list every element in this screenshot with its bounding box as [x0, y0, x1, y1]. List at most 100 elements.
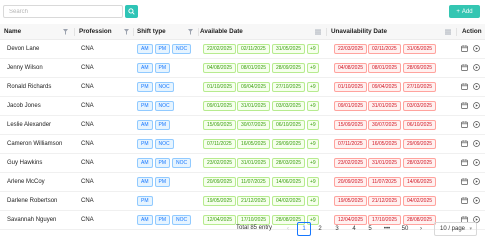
row-actions [461, 64, 480, 71]
unavailable-date-tag: 31/05/2025 [403, 44, 437, 54]
calendar-icon[interactable] [461, 64, 468, 71]
page-button-current[interactable]: 1 [297, 222, 311, 236]
play-circle-icon[interactable] [473, 45, 480, 52]
calendar-icon[interactable] [461, 121, 468, 128]
search-button[interactable] [125, 5, 138, 18]
page-button[interactable]: 50 [398, 222, 412, 236]
available-date-tag: 02/11/2025 [237, 44, 270, 54]
play-circle-icon[interactable] [473, 121, 480, 128]
table-row: Leslie Alexander CNA AM PM 15/09/2025 30/07/2… [0, 116, 485, 135]
unavailable-date-tag: 31/01/2025 [368, 101, 402, 111]
shift-tag: NOC [172, 158, 192, 168]
shift-tags: AM PM [137, 120, 170, 130]
column-divider [326, 28, 327, 36]
shift-tags: AM PM NOC [137, 44, 192, 54]
calendar-icon[interactable] [461, 45, 468, 52]
available-date-tag: 30/07/2025 [237, 120, 271, 130]
available-more-tag[interactable]: +9 [307, 120, 319, 130]
available-more-tag[interactable]: +9 [307, 82, 319, 92]
calendar-icon[interactable] [461, 159, 468, 166]
unavailable-date-tag: 28/03/2025 [403, 158, 437, 168]
staff-table: Name Profession Shift type Available Dat… [0, 24, 485, 230]
calendar-icon[interactable] [461, 140, 468, 147]
row-actions [461, 159, 480, 166]
shift-tag: NOC [154, 101, 174, 111]
unavailable-date-tag: 11/07/2025 [368, 177, 401, 187]
column-menu-icon[interactable] [445, 29, 451, 35]
available-more-tag[interactable]: +9 [307, 177, 319, 187]
shift-tag: AM [137, 158, 153, 168]
play-circle-icon[interactable] [473, 140, 480, 147]
shift-tag: PM [154, 158, 170, 168]
filter-icon[interactable] [63, 29, 68, 35]
shift-tag: PM [137, 101, 153, 111]
play-circle-icon[interactable] [473, 64, 480, 71]
calendar-icon[interactable] [461, 83, 468, 90]
shift-tag: NOC [154, 82, 174, 92]
staff-profession: CNA [81, 179, 94, 185]
available-date-tag: 31/05/2025 [272, 44, 306, 54]
shift-tags: PM [137, 196, 153, 206]
page-button[interactable]: 5 [363, 222, 377, 236]
table-row: Ronald Richards CNA PM NOC 01/10/2025 09/04/2… [0, 78, 485, 97]
play-circle-icon[interactable] [473, 102, 480, 109]
table-header: Name Profession Shift type Available Dat… [0, 24, 485, 40]
available-date-tag: 04/08/2025 [203, 63, 237, 73]
page-button[interactable]: 4 [347, 222, 361, 236]
next-page-button[interactable]: › [414, 222, 428, 236]
add-button[interactable]: + Add [449, 5, 480, 18]
unavailable-date-tag: 02/11/2025 [368, 44, 401, 54]
unavailable-date-tag: 29/09/2025 [403, 139, 437, 149]
staff-name: Jenny Wilson [7, 65, 43, 71]
plus-icon: + [456, 8, 460, 15]
header-name: Name [4, 28, 22, 35]
calendar-icon[interactable] [461, 102, 468, 109]
search-input[interactable] [3, 5, 123, 18]
table-row: Arlene McCoy CNA AM PM 20/09/2025 11/07/2025 1… [0, 173, 485, 192]
unavailable-date-tag: 23/02/2025 [334, 158, 368, 168]
play-circle-icon[interactable] [473, 159, 480, 166]
available-date-tag: 03/03/2025 [272, 101, 306, 111]
row-actions [461, 45, 480, 52]
staff-profession: CNA [81, 46, 94, 52]
play-circle-icon[interactable] [473, 83, 480, 90]
filter-icon[interactable] [188, 29, 193, 35]
unavailable-date-tag: 30/07/2025 [368, 120, 402, 130]
page-size-select[interactable]: 10 / page ▾ [434, 222, 477, 236]
available-more-tag[interactable]: +9 [307, 44, 319, 54]
available-more-tag[interactable]: +9 [307, 63, 319, 73]
available-date-tag: 06/10/2025 [272, 120, 306, 130]
page-size-label: 10 / page [440, 226, 466, 232]
calendar-icon[interactable] [461, 178, 468, 185]
play-circle-icon[interactable] [473, 197, 480, 204]
available-date-tag: 20/09/2025 [203, 177, 237, 187]
total-entries: Total 85 entry [236, 225, 273, 231]
page-button[interactable]: 3 [330, 222, 344, 236]
shift-tag: PM [137, 139, 153, 149]
column-divider [74, 28, 75, 36]
page-button[interactable]: 2 [313, 222, 327, 236]
available-date-tag: 28/03/2025 [272, 158, 306, 168]
filter-icon[interactable] [124, 29, 129, 35]
row-actions [461, 178, 480, 185]
available-date-tag: 27/10/2025 [272, 82, 306, 92]
available-more-tag[interactable]: +9 [307, 101, 319, 111]
available-more-tag[interactable]: +9 [307, 158, 319, 168]
table-body: Devon Lane CNA AM PM NOC 22/02/2025 02/11/2025… [0, 40, 485, 230]
unavailable-date-tag: 14/06/2025 [403, 177, 437, 187]
page-ellipsis[interactable]: ••• [380, 222, 394, 236]
staff-profession: CNA [81, 65, 94, 71]
unavailable-date-tag: 04/08/2025 [334, 63, 368, 73]
header-profession: Profession [79, 28, 112, 35]
available-date-tag: 22/02/2025 [203, 44, 237, 54]
available-date-tag: 21/12/2025 [237, 196, 271, 206]
available-more-tag[interactable]: +9 [307, 196, 319, 206]
unavailable-date-tag: 21/12/2025 [368, 196, 402, 206]
play-circle-icon[interactable] [473, 178, 480, 185]
row-actions [461, 197, 480, 204]
column-menu-icon[interactable] [315, 29, 321, 35]
calendar-icon[interactable] [461, 197, 468, 204]
prev-page-button[interactable]: ‹ [281, 222, 295, 236]
available-more-tag[interactable]: +9 [307, 139, 319, 149]
staff-name: Arlene McCoy [7, 179, 45, 185]
